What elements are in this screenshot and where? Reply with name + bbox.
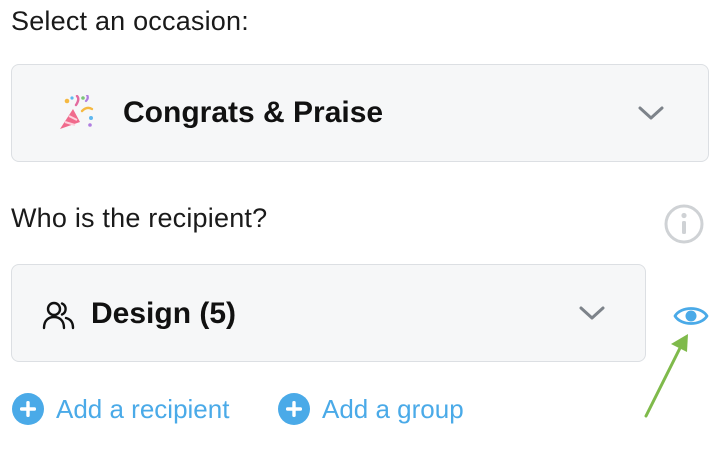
occasion-select[interactable]: Congrats & Praise — [11, 64, 709, 162]
party-popper-icon — [56, 93, 96, 135]
eye-icon[interactable] — [673, 303, 709, 329]
recipient-label: Who is the recipient? — [11, 203, 268, 233]
users-icon — [42, 300, 76, 330]
recipient-select[interactable]: Design (5) — [11, 264, 646, 362]
plus-circle-icon — [278, 393, 310, 425]
add-recipient-label: Add a recipient — [56, 393, 230, 424]
add-group-button[interactable]: Add a group — [278, 393, 464, 425]
occasion-label: Select an occasion: — [11, 6, 249, 36]
add-recipient-button[interactable]: Add a recipient — [12, 393, 229, 425]
chevron-down-icon — [636, 103, 666, 128]
add-group-label: Add a group — [322, 393, 464, 424]
plus-circle-icon — [12, 393, 44, 425]
chevron-down-icon — [577, 303, 607, 328]
occasion-selected-value: Congrats & Praise — [123, 96, 384, 129]
annotation-arrow-icon — [636, 330, 696, 422]
recipient-selected-value: Design (5) — [91, 297, 237, 330]
info-icon[interactable] — [663, 203, 705, 245]
